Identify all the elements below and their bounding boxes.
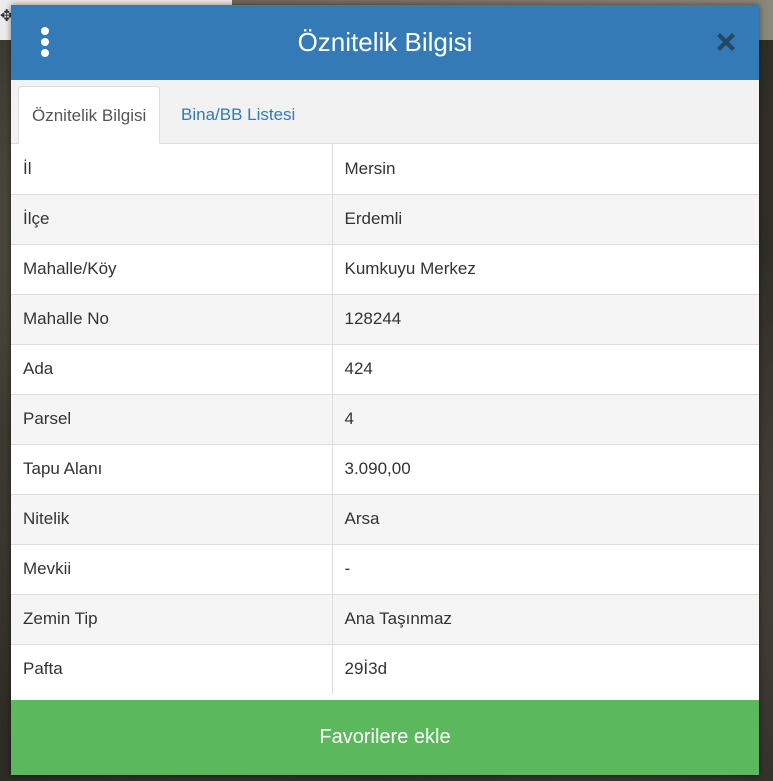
- attribute-info-dialog: Öznitelik Bilgisi Öznitelik Bilgisi Bina…: [11, 5, 759, 775]
- attribute-value: Kumkuyu Merkez: [332, 243, 759, 294]
- attribute-key: Parsel: [11, 393, 333, 444]
- attribute-value: 4: [332, 393, 759, 444]
- kebab-menu-icon[interactable]: [37, 27, 53, 57]
- table-row: Nitelik Arsa: [11, 493, 759, 544]
- attribute-value: Arsa: [332, 493, 759, 544]
- attribute-value: 424: [332, 343, 759, 394]
- attribute-key: İl: [11, 144, 333, 194]
- attribute-key: Nitelik: [11, 493, 333, 544]
- attribute-value: Ana Taşınmaz: [332, 593, 759, 644]
- attribute-key: Zemin Tip: [11, 593, 333, 644]
- dialog-title: Öznitelik Bilgisi: [297, 27, 473, 57]
- dialog-header: Öznitelik Bilgisi: [11, 5, 759, 80]
- table-row: Parsel 4: [11, 393, 759, 444]
- table-row: Ada 424: [11, 343, 759, 394]
- table-row: Pafta 29İ3d: [11, 643, 759, 694]
- attribute-value: 128244: [332, 293, 759, 344]
- attribute-value: 29İ3d: [332, 643, 759, 694]
- table-row: Mahalle No 128244: [11, 293, 759, 344]
- table-row: Zemin Tip Ana Taşınmaz: [11, 593, 759, 644]
- attribute-key: Tapu Alanı: [11, 443, 333, 494]
- attribute-value: Mersin: [344, 158, 396, 178]
- tab-bar: Öznitelik Bilgisi Bina/BB Listesi: [11, 80, 759, 144]
- add-to-favorites-button[interactable]: Favorilere ekle: [11, 700, 759, 775]
- attribute-key: Mahalle/Köy: [11, 243, 333, 294]
- table-row: İlçe Erdemli: [11, 193, 759, 244]
- attribute-key: Ada: [11, 343, 333, 394]
- table-row: Mevkii -: [11, 543, 759, 594]
- attribute-value: 3.090,00: [332, 443, 759, 494]
- attribute-key: İlçe: [11, 193, 333, 244]
- attribute-key: Mevkii: [11, 543, 333, 594]
- attribute-key: Mahalle No: [11, 293, 333, 344]
- table-row: Mahalle/Köy Kumkuyu Merkez: [11, 243, 759, 294]
- tab-attribute-info[interactable]: Öznitelik Bilgisi: [18, 86, 161, 144]
- tab-building-list[interactable]: Bina/BB Listesi: [168, 86, 308, 143]
- attribute-value: Erdemli: [332, 193, 759, 244]
- close-icon[interactable]: [713, 29, 739, 55]
- map-move-icon[interactable]: ✥: [0, 8, 13, 26]
- attribute-key: Pafta: [11, 643, 333, 694]
- table-row: İl Mersin: [11, 144, 759, 194]
- table-row: Tapu Alanı 3.090,00: [11, 443, 759, 494]
- attribute-value: -: [332, 543, 759, 594]
- attribute-table: İl Mersin İlçe Erdemli Mahalle/Köy Kumkuyu Me…: [11, 144, 759, 694]
